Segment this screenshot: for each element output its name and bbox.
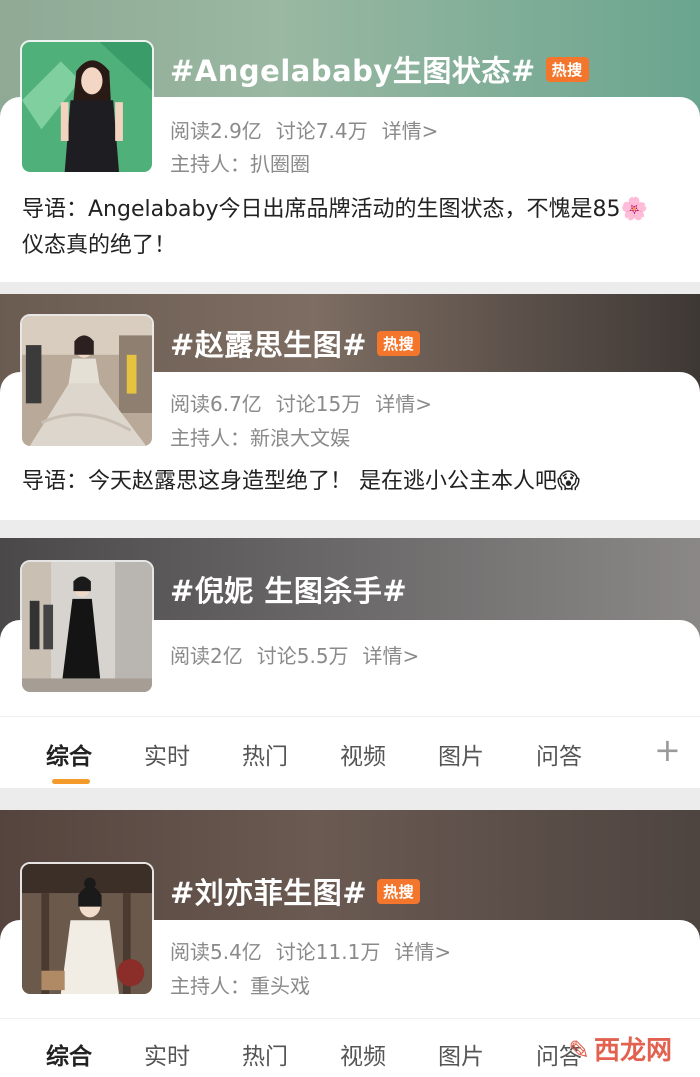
tab-hot[interactable]: 热门 <box>242 737 288 771</box>
topic-card-angelababy[interactable]: #Angelababy生图状态# 热搜 阅读2.9亿 讨论7.4万 详情> 主持人：扒… <box>0 0 700 282</box>
topic-thumbnail[interactable] <box>20 40 154 174</box>
hot-badge: 热搜 <box>545 56 589 82</box>
discussion-count: 讨论5.5万 <box>256 644 349 668</box>
details-link[interactable]: 详情> <box>363 644 420 668</box>
topic-thumbnail[interactable] <box>20 862 154 996</box>
topic-intro: 导语：今天赵露思这身造型绝了！ 是在逃小公主本人吧😱 <box>22 469 580 494</box>
site-watermark: ✎ 西龙网 <box>568 1030 672 1067</box>
tab-qa[interactable]: 问答 <box>536 737 582 771</box>
topic-title[interactable]: #刘亦菲生图# 热搜 <box>170 870 421 912</box>
topic-title-text[interactable]: #赵露思生图# <box>170 328 367 362</box>
tab-hot[interactable]: 热门 <box>242 1037 288 1071</box>
details-link[interactable]: 详情> <box>394 940 451 964</box>
tab-comprehensive[interactable]: 综合 <box>46 737 92 771</box>
zhaolusi-photo <box>22 316 152 446</box>
topic-card-zhaolusi[interactable]: #赵露思生图# 热搜 阅读6.7亿 讨论15万 详情> 主持人：新浪大文娱 导语：今天… <box>0 294 700 520</box>
topic-title-text[interactable]: #倪妮 生图杀手# <box>170 574 407 608</box>
topic-stats: 阅读5.4亿 讨论11.1万 详情> <box>170 936 465 965</box>
watermark-text: 西龙网 <box>593 1036 672 1066</box>
tab-images[interactable]: 图片 <box>438 1037 484 1071</box>
angelababy-photo <box>22 42 152 172</box>
topic-host[interactable]: 主持人：新浪大文娱 <box>170 422 350 451</box>
tab-images[interactable]: 图片 <box>438 737 484 771</box>
topic-intro: 导语：Angelababy今日出席品牌活动的生图状态，不愧是85🌸仪态真的绝了！ <box>22 197 648 258</box>
topic-card-liuyifei[interactable]: #刘亦菲生图# 热搜 阅读5.4亿 讨论11.1万 详情> 主持人：重头戏 <box>0 810 700 1018</box>
discussion-count: 讨论11.1万 <box>275 940 381 964</box>
topic-thumbnail[interactable] <box>20 314 154 448</box>
section-gap <box>0 788 700 810</box>
topic-title-text[interactable]: #刘亦菲生图# <box>170 876 367 910</box>
discussion-count: 讨论7.4万 <box>275 119 368 143</box>
discussion-count: 讨论15万 <box>275 392 362 416</box>
topic-thumbnail[interactable] <box>20 560 154 694</box>
topic-stats: 阅读6.7亿 讨论15万 详情> <box>170 388 446 417</box>
liuyifei-photo <box>22 864 152 994</box>
topic-host[interactable]: 主持人：重头戏 <box>170 970 310 999</box>
read-count: 阅读2.9亿 <box>170 119 262 143</box>
topic-stats: 阅读2.9亿 讨论7.4万 详情> <box>170 115 452 144</box>
tab-video[interactable]: 视频 <box>340 1037 386 1071</box>
details-link[interactable]: 详情> <box>375 392 432 416</box>
tab-comprehensive[interactable]: 综合 <box>46 1037 92 1071</box>
section-gap <box>0 282 700 294</box>
hot-badge: 热搜 <box>377 330 421 356</box>
tab-bar: 综合 实时 热门 视频 图片 问答 + <box>0 716 700 789</box>
read-count: 阅读6.7亿 <box>170 392 262 416</box>
add-tab-icon[interactable]: + <box>654 731 681 769</box>
topic-host[interactable]: 主持人：扒圈圈 <box>170 148 310 177</box>
read-count: 阅读2亿 <box>170 644 243 668</box>
topic-title[interactable]: #赵露思生图# 热搜 <box>170 322 421 364</box>
read-count: 阅读5.4亿 <box>170 940 262 964</box>
topic-card-nini[interactable]: #倪妮 生图杀手# 阅读2亿 讨论5.5万 详情> <box>0 538 700 716</box>
active-tab-indicator <box>52 779 90 784</box>
topic-title-text[interactable]: #Angelababy生图状态# <box>170 54 536 88</box>
watermark-logo-icon: ✎ <box>568 1036 590 1066</box>
details-link[interactable]: 详情> <box>382 119 439 143</box>
topic-stats: 阅读2亿 讨论5.5万 详情> <box>170 640 433 669</box>
topic-title[interactable]: #倪妮 生图杀手# <box>170 568 407 610</box>
section-gap <box>0 520 700 538</box>
nini-photo <box>22 562 152 692</box>
screen: #Angelababy生图状态# 热搜 阅读2.9亿 讨论7.4万 详情> 主持人：扒… <box>0 0 700 1077</box>
hot-badge: 热搜 <box>377 878 421 904</box>
tab-realtime[interactable]: 实时 <box>144 737 190 771</box>
tab-realtime[interactable]: 实时 <box>144 1037 190 1071</box>
tab-video[interactable]: 视频 <box>340 737 386 771</box>
topic-title[interactable]: #Angelababy生图状态# 热搜 <box>170 48 589 90</box>
